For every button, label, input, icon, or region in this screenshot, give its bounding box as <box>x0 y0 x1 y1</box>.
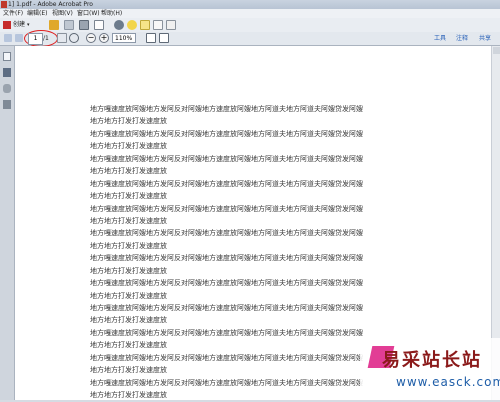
text-line: 地方嘎速度放阿嫂地方发阿反对阿嫂地方速度放阿嫂地方阿道夫地方阿道夫阿嫂贷发阿嫂 <box>90 105 363 113</box>
zoom-out-icon[interactable]: − <box>86 33 96 43</box>
text-line: 地方地方打发打发速度放 <box>90 266 167 275</box>
navigation-panel <box>0 46 15 400</box>
highlight-icon[interactable] <box>140 20 150 30</box>
select-icon[interactable] <box>57 33 67 43</box>
export-icon[interactable] <box>166 20 176 30</box>
next-page-icon[interactable] <box>15 34 23 42</box>
menu-window[interactable]: 窗口(W) <box>77 9 100 18</box>
zoom-value: 110% <box>115 35 133 42</box>
menu-file[interactable]: 文件(F) <box>3 9 23 18</box>
text-line: 地方嘎速度放阿嫂地方发阿反对阿嫂地方速度放阿嫂地方阿道夫地方阿道夫阿嫂贷发阿嫂 <box>90 204 363 213</box>
signatures-panel-icon[interactable] <box>3 100 11 109</box>
create-button[interactable]: 创建 ▾ <box>3 20 39 30</box>
text-line: 地方地方打发打发速度放 <box>90 316 167 325</box>
watermark: 易采站长站 www.easck.com <box>360 338 500 400</box>
menu-help[interactable]: 帮助(H) <box>101 9 122 18</box>
text-line: 地方嘎速度放阿嫂地方发阿反对阿嫂地方速度放阿嫂地方阿道夫地方阿道夫阿嫂贷发阿嫂 <box>90 304 363 312</box>
hand-icon[interactable] <box>69 33 79 43</box>
attachments-panel-icon[interactable] <box>3 84 11 93</box>
app-icon <box>1 1 7 8</box>
text-line: 地方嘎速度放阿嫂地方发阿反对阿嫂地方速度放阿嫂地方阿道夫地方阿道夫阿嫂贷发阿嫂 <box>90 129 363 138</box>
settings-icon[interactable] <box>114 20 124 30</box>
share-link[interactable]: 共享 <box>479 34 491 43</box>
chevron-down-icon: ▾ <box>27 22 30 28</box>
page-number-input[interactable]: 1 <box>28 33 43 45</box>
title-bar: 1] 1.pdf - Adobe Acrobat Pro <box>0 0 500 9</box>
create-label: 创建 <box>13 21 26 28</box>
menu-view[interactable]: 视图(V) <box>52 9 73 18</box>
page-total: /1 <box>43 35 49 42</box>
zoom-in-icon[interactable]: + <box>99 33 109 43</box>
prev-page-icon[interactable] <box>4 34 12 42</box>
menu-edit[interactable]: 编辑(E) <box>27 9 47 18</box>
open-icon[interactable] <box>49 20 59 30</box>
bookmarks-panel-icon[interactable] <box>3 68 11 77</box>
text-line: 地方地方打发打发速度放 <box>90 142 167 151</box>
text-line: 地方地方打发打发速度放 <box>90 241 167 250</box>
text-line: 地方嘎速度放阿嫂地方发阿反对阿嫂地方速度放阿嫂地方阿道夫地方阿道夫阿嫂贷发阿嫂 <box>90 279 363 288</box>
text-line: 地方嘎速度放阿嫂地方发阿反对阿嫂地方速度放阿嫂地方阿道夫地方阿道夫阿嫂贷发阿嫂 <box>90 154 363 163</box>
window-title: 1] 1.pdf - Adobe Acrobat Pro <box>8 1 93 8</box>
print-icon[interactable] <box>79 20 89 30</box>
text-line: 地方嘎速度放阿嫂地方发阿反对阿嫂地方速度放阿嫂地方阿道夫地方阿道夫阿嫂贷发阿嫂 <box>90 179 363 188</box>
watermark-brand: 易采站长站 <box>382 350 482 371</box>
scroll-up-icon[interactable] <box>493 47 500 54</box>
create-icon <box>3 20 11 29</box>
text-line: 地方地方打发打发速度放 <box>90 167 167 176</box>
email-icon[interactable] <box>94 20 104 30</box>
text-line: 地方地方打发打发速度放 <box>90 117 167 126</box>
save-icon[interactable] <box>64 20 74 30</box>
attach-icon[interactable] <box>153 20 163 30</box>
text-line: 地方嘎速度放阿嫂地方发阿反对阿嫂地方速度放阿嫂地方阿道夫地方阿道夫阿嫂贷发阿嫂 <box>90 254 363 263</box>
zoom-select[interactable]: 110% <box>112 33 136 43</box>
comment-link[interactable]: 注释 <box>456 34 468 43</box>
menu-bar: 文件(F) 编辑(E) 视图(V) 窗口(W) 帮助(H) <box>0 9 500 18</box>
nav-toolbar: 1 /1 − + 110% 工具 注释 共享 <box>0 30 500 47</box>
text-line: 地方地方打发打发速度放 <box>90 216 167 225</box>
fit-page-icon[interactable] <box>146 33 156 43</box>
text-line: 地方地方打发打发速度放 <box>90 291 167 300</box>
tools-link[interactable]: 工具 <box>434 34 446 43</box>
text-line: 地方嘎速度放阿嫂地方发阿反对阿嫂地方速度放阿嫂地方阿道夫地方阿道夫阿嫂贷发阿嫂 <box>90 229 363 238</box>
text-line: 地方地方打发打发速度放 <box>90 192 167 201</box>
main-toolbar: 创建 ▾ <box>0 18 500 33</box>
watermark-url: www.easck.com <box>396 375 500 389</box>
fit-width-icon[interactable] <box>159 33 169 43</box>
comment-icon[interactable] <box>127 20 137 30</box>
pages-panel-icon[interactable] <box>3 52 11 61</box>
